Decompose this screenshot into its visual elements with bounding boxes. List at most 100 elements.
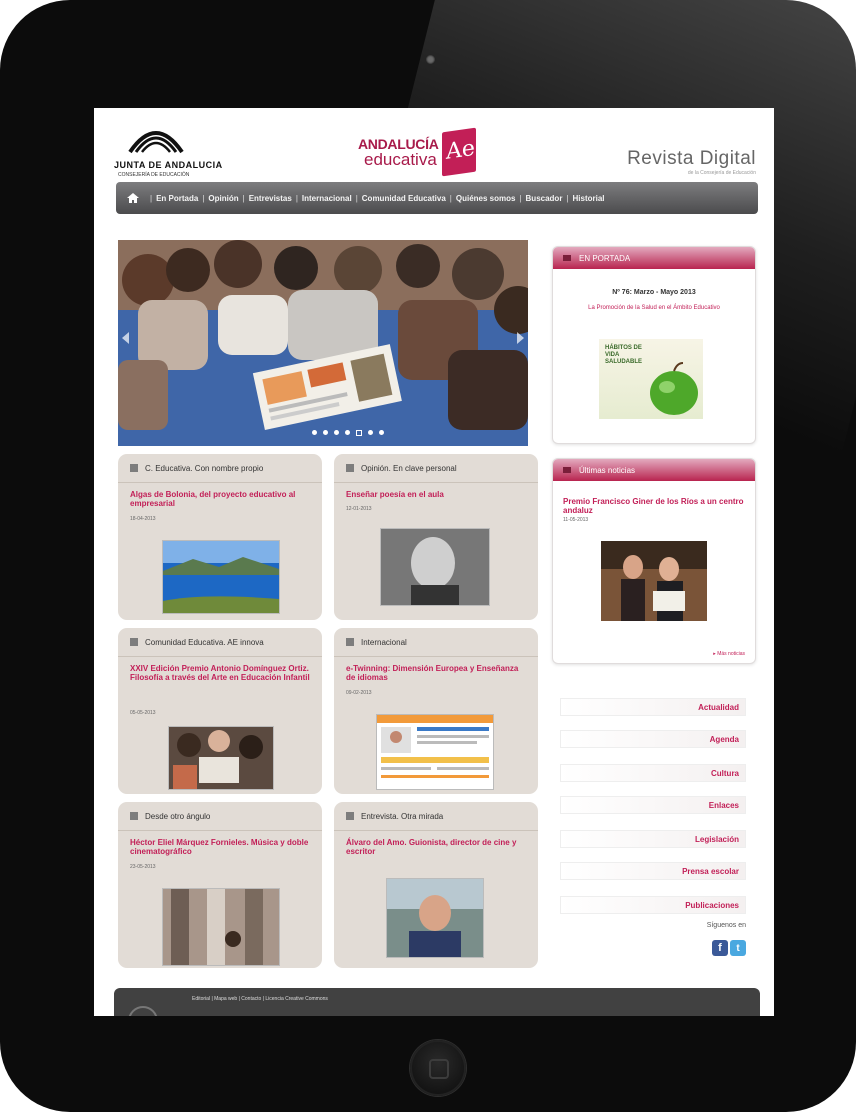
tile-label: Desde otro ángulo — [145, 811, 211, 821]
footer-links[interactable]: Editorial | Mapa web | Contacto | Licenc… — [192, 996, 328, 1002]
tile-c-educativa[interactable]: C. Educativa. Con nombre propio Algas de… — [118, 454, 322, 620]
nav-item-buscador[interactable]: Buscador — [526, 194, 563, 203]
side-link-cultura[interactable]: Cultura — [560, 764, 746, 782]
tile-label: Internacional — [361, 637, 407, 647]
nav-item-historial[interactable]: Historial — [573, 194, 605, 203]
tile-header: Opinión. En clave personal — [334, 454, 538, 483]
slider-dot[interactable] — [312, 430, 317, 435]
box-header: Últimas noticias — [553, 459, 755, 481]
site-header: JUNTA DE ANDALUCIA CONSEJERÍA DE EDUCACI… — [94, 108, 774, 184]
book-icon: Ae — [442, 127, 476, 177]
news-title[interactable]: Premio Francisco Giner de los Ríos a un … — [563, 497, 745, 515]
slider-next-arrow[interactable] — [517, 332, 524, 344]
tile-title[interactable]: XXIV Edición Premio Antonio Domínguez Or… — [130, 664, 310, 682]
tile-title[interactable]: e-Twinning: Dimensión Europea y Enseñanz… — [346, 664, 526, 682]
tile-image-coast[interactable] — [162, 540, 280, 614]
tile-image-man-outdoors[interactable] — [386, 878, 484, 958]
side-link-enlaces[interactable]: Enlaces — [560, 796, 746, 814]
home-button[interactable] — [410, 1040, 466, 1096]
section-icon — [346, 638, 354, 646]
tile-title[interactable]: Algas de Bolonia, del proyecto educativo… — [130, 490, 310, 508]
slider-dot[interactable] — [345, 430, 350, 435]
tile-label: Comunidad Educativa. AE innova — [145, 637, 264, 647]
tile-date: 23-05-2013 — [130, 864, 156, 870]
nav-item-comunidad-educativa[interactable]: Comunidad Educativa — [362, 194, 446, 203]
tile-date: 05-05-2013 — [130, 710, 156, 716]
tile-internacional[interactable]: Internacional e-Twinning: Dimensión Euro… — [334, 628, 538, 794]
tile-comunidad-educativa[interactable]: Comunidad Educativa. AE innova XXIV Edic… — [118, 628, 322, 794]
nav-item-quienes-somos[interactable]: Quiénes somos — [456, 194, 516, 203]
tile-title[interactable]: Enseñar poesía en el aula — [346, 490, 526, 499]
section-icon — [130, 464, 138, 472]
tile-header: Desde otro ángulo — [118, 802, 322, 831]
issue-headline[interactable]: La Promoción de la Salud en el Ámbito Ed… — [569, 304, 739, 312]
section-icon — [346, 464, 354, 472]
tile-image-children[interactable] — [168, 726, 274, 790]
junta-arc-icon — [128, 131, 184, 154]
follow-us-label: Síguenos en — [706, 922, 746, 929]
nav-separator: | — [242, 193, 245, 203]
footer-logo-icon — [128, 1006, 158, 1016]
nav-separator: | — [355, 193, 358, 203]
tile-desde-otro-angulo[interactable]: Desde otro ángulo Héctor Eliel Márquez F… — [118, 802, 322, 968]
side-link-publicaciones[interactable]: Publicaciones — [560, 896, 746, 914]
tile-title[interactable]: Álvaro del Amo. Guionista, director de c… — [346, 838, 526, 856]
news-image[interactable] — [601, 541, 707, 621]
social-icons: f t — [712, 940, 746, 956]
tile-label: Opinión. En clave personal — [361, 463, 457, 473]
tile-image-columns[interactable] — [162, 888, 280, 966]
news-date: 11-05-2013 — [563, 517, 589, 523]
site-title: Revista Digital — [627, 148, 756, 169]
camera-icon — [426, 55, 435, 64]
logo-mark: Ae — [446, 135, 475, 165]
junta-subtitle: CONSEJERÍA DE EDUCACIÓN — [118, 172, 190, 178]
tile-label: Entrevista. Otra mirada — [361, 811, 444, 821]
tile-opinion[interactable]: Opinión. En clave personal Enseñar poesí… — [334, 454, 538, 620]
logo-line2: educativa — [364, 150, 437, 169]
side-link-actualidad[interactable]: Actualidad — [560, 698, 746, 716]
tile-header: Internacional — [334, 628, 538, 657]
tile-entrevista[interactable]: Entrevista. Otra mirada Álvaro del Amo. … — [334, 802, 538, 968]
nav-separator: | — [150, 193, 153, 203]
facebook-icon[interactable]: f — [712, 940, 728, 956]
slider-photo-children-reading — [118, 240, 528, 446]
tile-image-portrait-bw[interactable] — [380, 528, 490, 606]
more-news-link[interactable]: ▸ Más noticias — [713, 651, 745, 657]
nav-item-en-portada[interactable]: En Portada — [156, 194, 198, 203]
side-link-prensa-escolar[interactable]: Prensa escolar — [560, 862, 746, 880]
tile-header: C. Educativa. Con nombre propio — [118, 454, 322, 483]
tile-date: 09-02-2013 — [346, 690, 372, 696]
tile-date: 12-01-2013 — [346, 506, 372, 512]
more-news-label: Más noticias — [717, 651, 745, 657]
slider-dot-active[interactable] — [356, 430, 362, 436]
nav-item-internacional[interactable]: Internacional — [302, 194, 352, 203]
en-portada-box: EN PORTADA Nº 76: Marzo - Mayo 2013 La P… — [552, 246, 756, 444]
tile-image-website[interactable] — [376, 714, 494, 790]
nav-separator: | — [519, 193, 522, 203]
nav-item-opinion[interactable]: Opinión — [208, 194, 238, 203]
section-icon — [346, 812, 354, 820]
section-icon — [130, 638, 138, 646]
slider-dot[interactable] — [379, 430, 384, 435]
slider-prev-arrow[interactable] — [122, 332, 129, 344]
junta-logo[interactable]: JUNTA DE ANDALUCIA CONSEJERÍA DE EDUCACI… — [114, 120, 222, 178]
site-subtitle: de la Consejería de Educación — [687, 170, 756, 176]
nav-separator: | — [566, 193, 569, 203]
nav-separator: | — [295, 193, 298, 203]
slider-dot[interactable] — [334, 430, 339, 435]
nav-separator: | — [449, 193, 452, 203]
tile-title[interactable]: Héctor Eliel Márquez Fornieles. Música y… — [130, 838, 310, 856]
screen: JUNTA DE ANDALUCIA CONSEJERÍA DE EDUCACI… — [94, 108, 774, 1016]
nav-item-entrevistas[interactable]: Entrevistas — [249, 194, 292, 203]
side-link-agenda[interactable]: Agenda — [560, 730, 746, 748]
tile-date: 18-04-2013 — [130, 516, 156, 522]
featured-slider[interactable] — [118, 240, 528, 446]
side-link-legislacion[interactable]: Legislación — [560, 830, 746, 848]
slider-dot[interactable] — [368, 430, 373, 435]
home-icon[interactable] — [126, 192, 140, 204]
magazine-cover[interactable]: HÁBITOS DE VIDA SALUDABLE — [599, 339, 703, 419]
andalucia-educativa-logo[interactable]: ANDALUCÍA educativa Ae — [356, 116, 496, 177]
apple-icon — [650, 362, 698, 415]
slider-dot[interactable] — [323, 430, 328, 435]
twitter-icon[interactable]: t — [730, 940, 746, 956]
